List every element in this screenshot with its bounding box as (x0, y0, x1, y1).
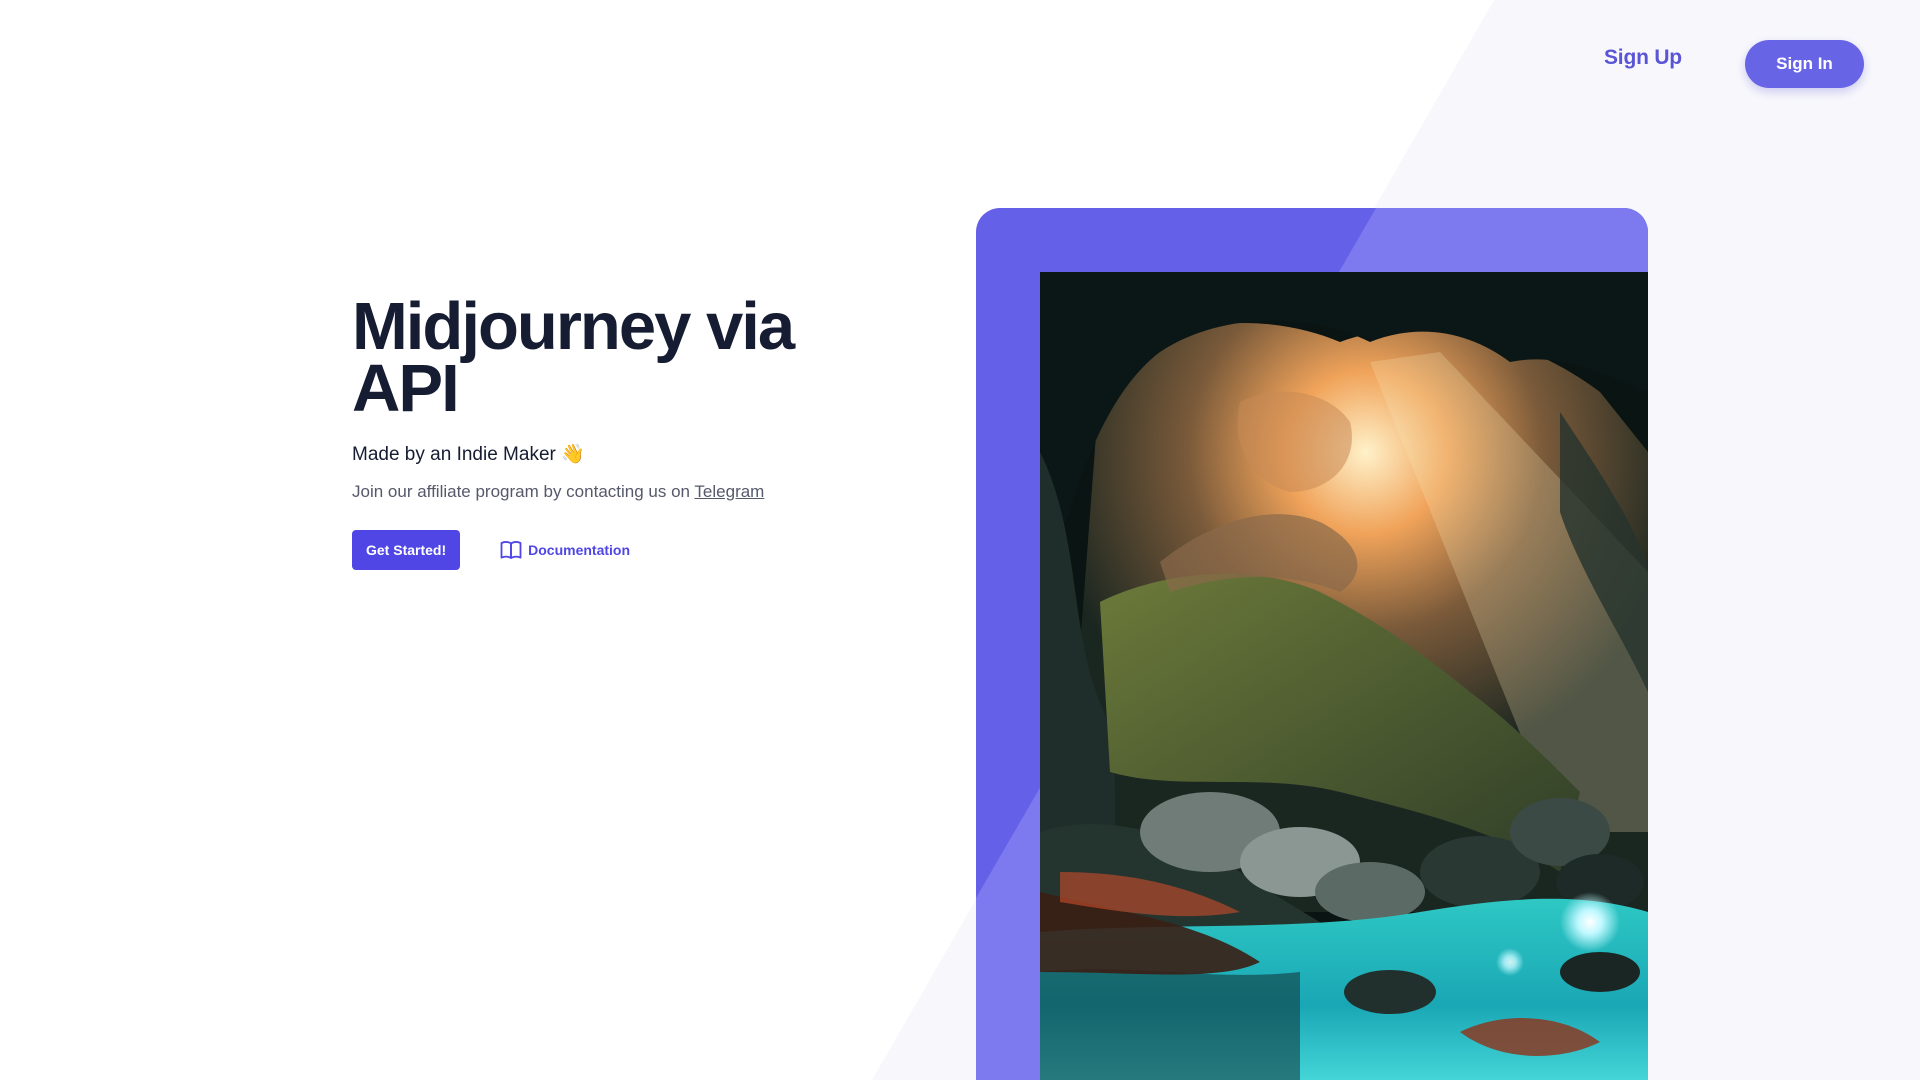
documentation-label: Documentation (528, 542, 631, 558)
header: Sign Up Sign In (0, 0, 1920, 120)
hero-image (1040, 272, 1648, 1080)
hero-subtitle: Made by an Indie Maker 👋 (352, 444, 585, 465)
hero-image-frame (976, 208, 1648, 1080)
get-started-button[interactable]: Get Started! (352, 530, 461, 570)
affiliate-text: Join our affiliate program by contacting… (352, 482, 872, 502)
documentation-link[interactable]: Documentation (500, 540, 630, 560)
landing-page: Sign Up Sign In Midjourney via API Made … (0, 0, 1920, 1080)
hero-section: Midjourney via API Made by an Indie Make… (352, 293, 872, 570)
hero-actions: Get Started! Documentation (352, 530, 872, 570)
sign-in-button[interactable]: Sign In (1745, 40, 1864, 88)
cave-illustration (1040, 272, 1648, 1080)
sign-up-link[interactable]: Sign Up (1604, 46, 1682, 70)
telegram-link[interactable]: Telegram (694, 482, 764, 501)
title-line-2: API (352, 351, 460, 426)
book-icon (500, 540, 522, 560)
affiliate-text-prefix: Join our affiliate program by contacting… (352, 482, 695, 501)
page-title: Midjourney via API (352, 293, 872, 422)
